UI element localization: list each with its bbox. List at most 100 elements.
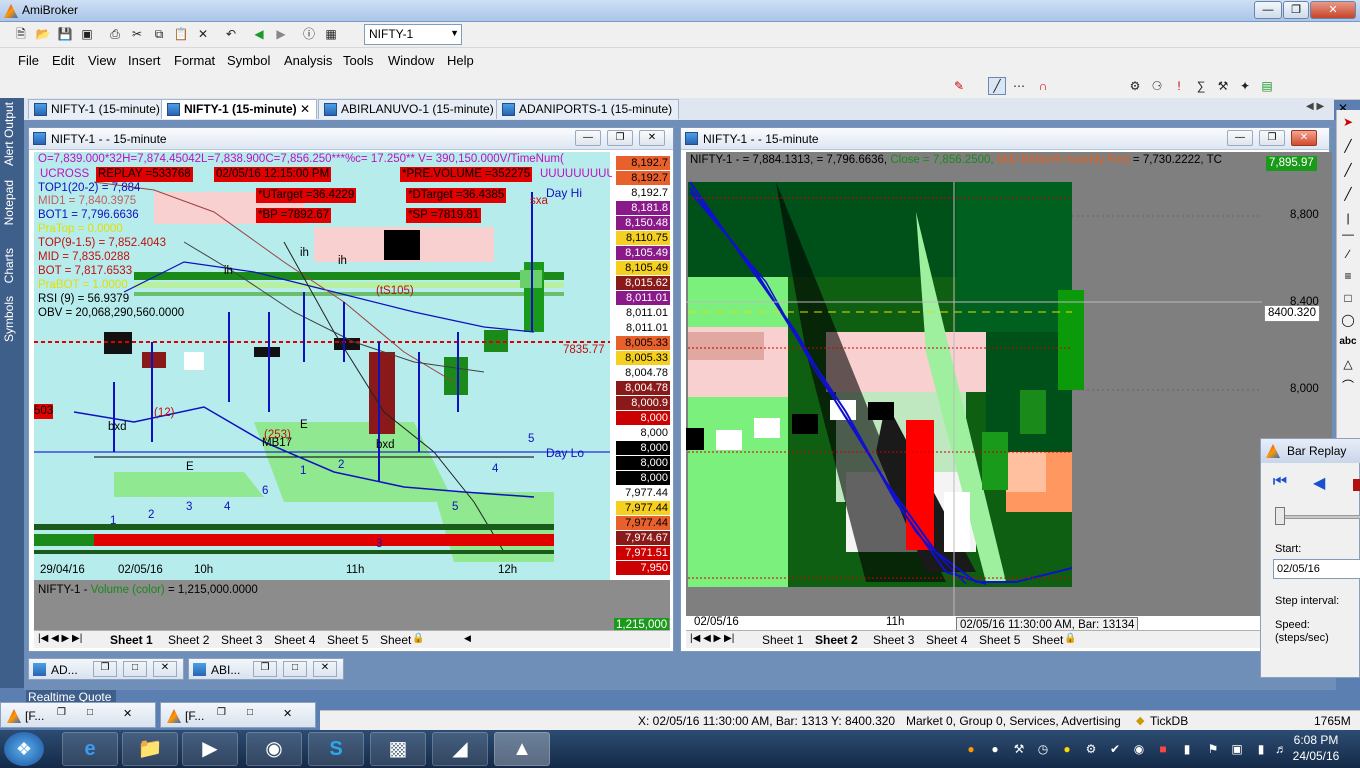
right-price-chart[interactable] [686,152,1332,616]
close-tab-icon[interactable]: ✕ [300,102,310,116]
side-tab-charts[interactable]: Charts [2,248,16,283]
quote-editor-icon[interactable]: ▦ [322,25,340,43]
menu-file[interactable]: File [18,53,39,68]
mini-task[interactable]: [F... ❐ □ ✕ [160,702,316,728]
export-icon[interactable]: ▤ [1258,77,1276,95]
tab-abirlanuvo[interactable]: ABIRLANUVO-1 (15-minute) [318,99,501,119]
sheet-scroll-icon[interactable]: ◀ [464,633,471,644]
tools-icon[interactable]: ⚒ [1214,77,1232,95]
save-icon[interactable]: 💾 [56,25,74,43]
step-back-button[interactable]: ◀ [1313,473,1333,497]
open-icon[interactable]: 📂 [34,25,52,43]
tray-icon[interactable]: ⚙ [1084,742,1098,756]
side-tab-notepad[interactable]: Notepad [2,180,16,225]
dotted-line-icon[interactable]: ⋯ [1010,77,1028,95]
pane-restore-button[interactable]: ❐ [1259,130,1285,146]
print-icon[interactable]: ⎙ [106,25,124,43]
menu-help[interactable]: Help [447,53,474,68]
magnet-icon[interactable]: ∩ [1034,77,1052,95]
flag-icon[interactable]: ⚑ [1206,742,1220,756]
volume-icon[interactable]: ■ [1156,742,1170,756]
tray-icon[interactable]: ● [964,742,978,756]
paste-icon[interactable]: 📋 [172,25,190,43]
minimized-window[interactable]: AD... ❐ □ ✕ [28,658,184,680]
skype-icon[interactable]: S [308,732,364,766]
pen-color-icon[interactable]: ✎ [950,77,968,95]
menu-symbol[interactable]: Symbol [227,53,270,68]
sheet-tab-5[interactable]: Sheet 5 [327,633,368,647]
clock-time[interactable]: 6:08 PM [1290,733,1342,747]
tab-scroll-icon[interactable]: ◀ ▶ [1306,101,1324,112]
undo-icon[interactable]: ↶ [222,25,240,43]
info-icon[interactable]: ⓘ [300,25,318,43]
draw-line-icon[interactable]: ╱ [988,77,1006,95]
start-date-input[interactable]: 02/05/16 [1273,559,1360,579]
tray-icon[interactable]: ◷ [1036,742,1050,756]
monitor-icon[interactable]: ▣ [1230,742,1244,756]
restore-icon[interactable]: ❐ [93,661,117,677]
tab-adaniports[interactable]: ADANIPORTS-1 (15-minute) [496,99,680,119]
tab-nifty-2[interactable]: NIFTY-1 (15-minute) ✕ [161,99,318,119]
sheet-nav-icon[interactable]: |◀ ◀ ▶ ▶| [38,633,82,644]
delete-icon[interactable]: ✕ [194,25,212,43]
pane-minimize-button[interactable]: — [575,130,601,146]
speaker-icon[interactable]: ♬ [1274,742,1288,756]
ellipse-icon[interactable]: ◯ [1338,310,1358,330]
sheet-tab-6[interactable]: Sheet [380,633,411,647]
ray-tool-icon[interactable]: ╱ [1338,160,1358,180]
lock-icon[interactable]: 🔒 [1064,633,1076,644]
sheet-tab-4[interactable]: Sheet 4 [926,633,967,647]
signal-icon[interactable]: ▮ [1254,742,1268,756]
close-icon[interactable]: ✕ [123,707,132,720]
symbol-selector[interactable]: NIFTY-1 ▼ [364,24,462,45]
menu-insert[interactable]: Insert [128,53,161,68]
close-icon[interactable]: ✕ [153,661,177,677]
pane-restore-button[interactable]: ❐ [607,130,633,146]
tray-icon[interactable]: ✔ [1108,742,1122,756]
replay-slider[interactable] [1275,515,1360,519]
sheet-tab-2[interactable]: Sheet 2 [815,633,858,647]
tray-icon[interactable]: ● [988,742,1002,756]
tab-nifty-1[interactable]: NIFTY-1 (15-minute) [28,99,167,119]
wand-icon[interactable]: ✦ [1236,77,1254,95]
pane-close-button[interactable]: ✕ [639,130,665,146]
sheet-tab-1[interactable]: Sheet 1 [762,633,803,647]
internet-explorer-icon[interactable]: e [62,732,118,766]
lock-icon[interactable]: 🔒 [412,633,424,644]
rewind-button[interactable]: ⏮ [1267,473,1293,497]
sheet-nav-icon[interactable]: |◀ ◀ ▶ ▶| [690,633,734,644]
side-tab-alert-output[interactable]: Alert Output [2,102,16,166]
forward-icon[interactable]: ▶ [272,25,290,43]
tray-icon[interactable]: ⚒ [1012,742,1026,756]
maximize-icon[interactable]: □ [123,661,147,677]
menu-format[interactable]: Format [174,53,215,68]
sheet-tab-1[interactable]: Sheet 1 [110,633,153,647]
sheet-tab-5[interactable]: Sheet 5 [979,633,1020,647]
text-tool-icon[interactable]: abc [1338,332,1358,352]
side-tab-symbols[interactable]: Symbols [2,296,16,342]
rectangle-icon[interactable]: □ [1338,288,1358,308]
line-tool-icon[interactable]: ╱ [1338,136,1358,156]
close-button[interactable]: ✕ [1310,1,1356,19]
sheet-tab-4[interactable]: Sheet 4 [274,633,315,647]
fibonacci-icon[interactable]: ≡ [1338,266,1358,286]
menu-window[interactable]: Window [388,53,434,68]
menu-tools[interactable]: Tools [343,53,373,68]
sheet-tab-6[interactable]: Sheet [1032,633,1063,647]
start-button[interactable]: ❖ [4,732,44,766]
minimize-button[interactable]: — [1254,1,1282,19]
mini-task[interactable]: [F... ❐ □ ✕ [0,702,156,728]
sheet-tab-3[interactable]: Sheet 3 [873,633,914,647]
back-icon[interactable]: ◀ [250,25,268,43]
notes-app-icon[interactable]: ▩ [370,732,426,766]
stop-button[interactable] [1353,479,1360,491]
trendline-icon[interactable]: ╱ [1338,184,1358,204]
replay-slider-thumb[interactable] [1275,507,1285,525]
restore-icon[interactable]: ❐ [217,707,226,718]
chrome-icon[interactable]: ◉ [246,732,302,766]
maximize-icon[interactable]: □ [283,661,307,677]
restore-icon[interactable]: ❐ [57,707,66,718]
pane-close-button[interactable]: ✕ [1291,130,1317,146]
arc-icon[interactable]: ⌒ [1338,376,1358,396]
trading-app-icon[interactable]: ◢ [432,732,488,766]
